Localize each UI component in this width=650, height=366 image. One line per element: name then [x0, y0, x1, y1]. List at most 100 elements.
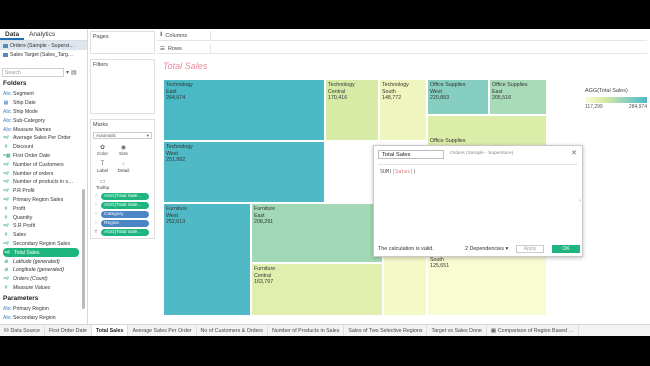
ok-button[interactable]: OK [552, 245, 580, 253]
tile-value: 208,291 [254, 219, 274, 226]
sheet-tab[interactable]: ▦ Comparison of Region Based … [487, 325, 579, 336]
field-item[interactable]: =# Primary Region Sales [3, 196, 85, 205]
treemap-tile-technology-west[interactable]: Technology West 251,992 [163, 141, 325, 203]
tab-analytics[interactable]: Analytics [24, 29, 60, 40]
marks-tooltip-button[interactable]: ▭ Tooltip [93, 176, 112, 191]
legend-title: AGG(Total Sales) [585, 88, 628, 94]
sheet-tab[interactable]: Number of Products in Sales [268, 325, 345, 336]
field-item[interactable]: Abc Measure Names [3, 125, 85, 134]
field-item[interactable]: # Quantity [3, 213, 85, 222]
legend-range: 117,299 284,974 [585, 104, 647, 110]
treemap-tile-furniture-west[interactable]: Furniture West 252,613 [163, 203, 251, 316]
pages-shelf[interactable]: Pages [90, 31, 155, 54]
parameter-icon: Abc [3, 306, 12, 313]
field-item[interactable]: # Measure Values [3, 284, 85, 293]
sheet-tab[interactable]: ⛁ Data Source [0, 325, 45, 336]
sheet-tab[interactable]: First Order Date [45, 325, 92, 336]
field-item[interactable]: ⊕ Latitude (generated) [3, 257, 85, 266]
field-label: Primary Region Sales [13, 196, 64, 203]
field-item[interactable]: =# Number of orders [3, 169, 85, 178]
legend-max: 284,974 [628, 104, 647, 110]
field-type-icon: =# [3, 196, 9, 203]
field-item[interactable]: =▦ First Order Date [3, 152, 85, 161]
datasource-sales-target[interactable]: Sales Target (Sales_Targ… [0, 50, 87, 59]
datasource-label: Orders (Sample - Superst… [10, 42, 75, 49]
sheet-tab[interactable]: Total Sales [91, 325, 129, 336]
color-legend: AGG(Total Sales) 117,299 284,974 [585, 88, 647, 110]
field-item[interactable]: =# Secondary Region Sales [3, 240, 85, 249]
field-type-icon: # [4, 232, 8, 239]
search-input[interactable]: Search [2, 68, 64, 77]
mark-type-dropdown[interactable]: Automatic ▾ [93, 132, 152, 139]
field-item[interactable]: =# Number of products in s… [3, 178, 85, 187]
field-type-icon: ⊕ [3, 258, 9, 265]
field-item[interactable]: Abc Sub-Category [3, 116, 85, 125]
field-type-icon: =# [4, 249, 10, 256]
mark-type-value: Automatic [96, 133, 117, 138]
resize-grip-icon[interactable]: › [579, 198, 581, 204]
parameter-label: Secondary Region [13, 315, 56, 322]
marks-size-button[interactable]: ◉ Size [114, 142, 133, 157]
rows-shelf[interactable]: ☰ Rows [157, 44, 647, 54]
marks-pill[interactable]: AGG(Total Sale… [101, 229, 149, 236]
treemap-tile-technology-central[interactable]: Technology Central 170,416 [325, 79, 379, 141]
field-item[interactable]: =# P.R Profit [3, 187, 85, 196]
treemap-tile-technology-east[interactable]: Technology East 264,974 [163, 79, 325, 141]
field-type-icon: =# [3, 179, 9, 186]
treemap-tile-technology-south[interactable]: Technology South 148,772 [379, 79, 427, 141]
apply-button[interactable]: Apply [516, 245, 544, 253]
field-item[interactable]: Abc Ship Mode [3, 108, 85, 117]
treemap-tile-furniture-central[interactable]: Furniture Central 163,797 [251, 263, 383, 316]
tab-data[interactable]: Data [0, 29, 25, 40]
field-item[interactable]: =# Number of Customers [3, 160, 85, 169]
field-item[interactable]: ▦ Ship Date [3, 99, 85, 108]
scrollbar[interactable] [82, 189, 85, 309]
tile-region: Central [254, 272, 272, 279]
marks-pills: ⁘ AGG(Total Sale… ⁘ AGG(Total Sale… ⁘ Categor… [91, 192, 154, 237]
sheet-tab[interactable]: Sales of Two Selective Regions [344, 325, 428, 336]
tile-region: East [254, 212, 265, 219]
datasource-orders[interactable]: Orders (Sample - Superst… [0, 41, 87, 50]
treemap-tile-office-supplies-east[interactable]: Office Supplies East 205,516 [489, 79, 547, 115]
filters-shelf[interactable]: Filters [90, 59, 155, 114]
field-item[interactable]: =# S.R Profit [3, 222, 85, 231]
tableau-window: Data Analytics Orders (Sample - Superst…… [0, 29, 650, 336]
sheet-tab-label: Sales of Two Selective Regions [348, 327, 423, 334]
marks-detail-button[interactable]: ⁘ Detail [114, 159, 133, 174]
marks-pill[interactable]: AGG(Total Sale… [101, 193, 149, 200]
sheet-tab[interactable]: No of Customers & Orders [197, 325, 268, 336]
treemap-tile-office-supplies-west[interactable]: Office Supplies West 220,853 [427, 79, 489, 115]
dependencies-label: 2 Dependencies [465, 246, 504, 252]
field-item[interactable]: # Sales [3, 231, 85, 240]
tile-category: Furniture [254, 266, 276, 272]
calc-name-field[interactable]: Total Sales [378, 150, 444, 159]
marks-label-button[interactable]: T Label [93, 159, 112, 174]
dependencies-dropdown[interactable]: 2 Dependencies ▾ [465, 246, 508, 252]
field-item[interactable]: # Discount [3, 143, 85, 152]
field-item[interactable]: =# Average Sales Per Order [3, 134, 85, 143]
field-item[interactable]: Abc Segment [3, 90, 85, 99]
marks-pill[interactable]: Region [101, 220, 149, 227]
tile-category: Technology [166, 144, 193, 150]
marks-pill[interactable]: Category [101, 211, 149, 218]
formula-field: [Sales] [392, 169, 414, 175]
calc-formula-editor[interactable]: SUM([Sales]) [378, 164, 578, 240]
tile-category: Technology [382, 82, 409, 88]
marks-pill[interactable]: AGG(Total Sale… [101, 202, 149, 209]
field-type-icon: ▦ [3, 100, 9, 107]
parameter-item[interactable]: Abc Secondary Region [3, 314, 85, 323]
sheet-tab[interactable]: Target vs Sales Done [427, 325, 487, 336]
calc-source: Orders (Sample - Superstore) [450, 151, 514, 156]
tile-region: West [166, 150, 178, 157]
close-icon[interactable]: ✕ [571, 149, 577, 157]
field-item[interactable]: ⊕ Longitude (generated) [3, 266, 85, 275]
filter-icon[interactable]: ▾▤ [66, 69, 79, 76]
treemap-tile-furniture-east[interactable]: Furniture East 208,291 [251, 203, 383, 263]
field-item[interactable]: =# Orders (Count) [3, 275, 85, 284]
sheet-tab[interactable]: Average Sales Per Order [128, 325, 197, 336]
columns-shelf[interactable]: ⦀ Columns [157, 31, 647, 41]
marks-color-button[interactable]: ✿ Color [93, 142, 112, 157]
field-item[interactable]: =# Total Sales [3, 248, 79, 258]
field-item[interactable]: # Profit [3, 204, 85, 213]
parameter-item[interactable]: Abc Primary Region [3, 305, 85, 314]
